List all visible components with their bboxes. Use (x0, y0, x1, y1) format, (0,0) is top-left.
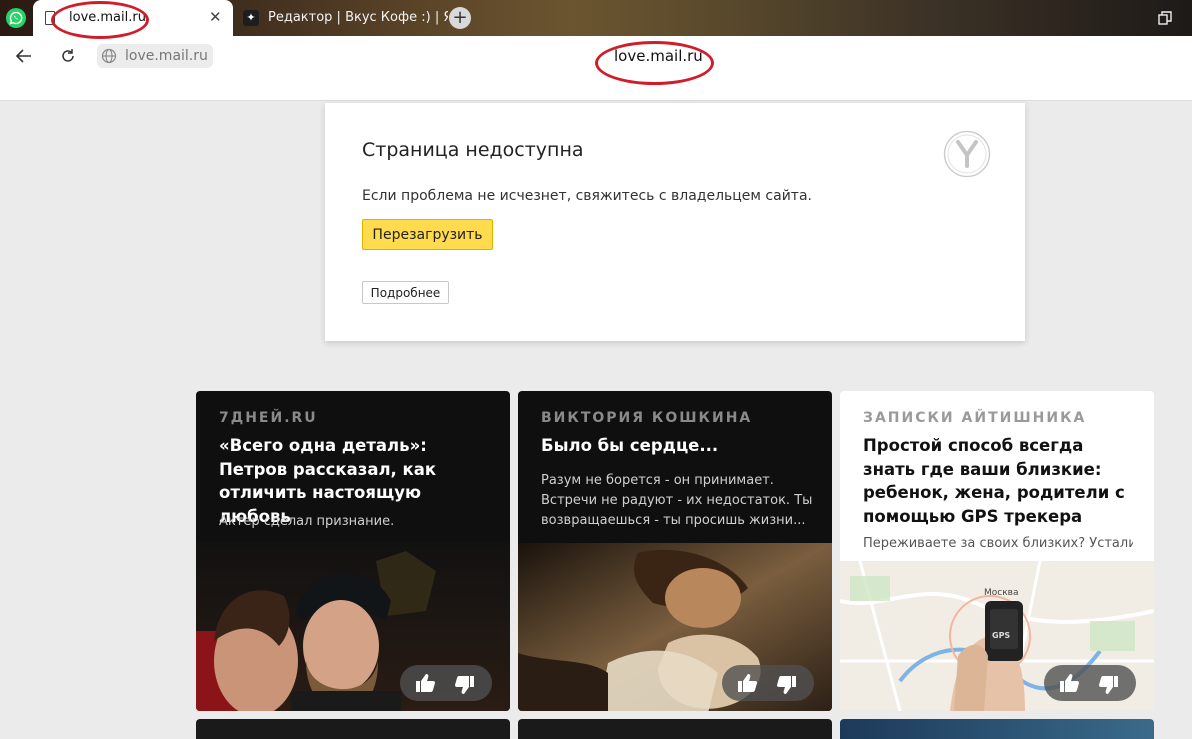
card-source: 7ДНЕЙ.RU (219, 410, 318, 426)
address-toolbar: love.mail.ru love.mail.ru (0, 36, 1192, 101)
like-icon[interactable] (736, 673, 758, 693)
tabs-overview-icon[interactable] (1158, 11, 1172, 25)
gps-device-label: GPS (992, 631, 1011, 640)
globe-icon (101, 48, 117, 64)
reload-button[interactable]: Перезагрузить (362, 219, 493, 250)
vote-controls (400, 665, 492, 701)
like-icon[interactable] (414, 673, 436, 693)
tab-editor[interactable]: ✦ Редактор | Вкус Кофе :) | Я (243, 0, 448, 36)
close-tab-icon[interactable]: ✕ (209, 8, 222, 26)
reload-icon[interactable] (58, 46, 78, 66)
error-description: Если проблема не исчезнет, свяжитесь с в… (362, 188, 812, 204)
vote-controls (722, 665, 814, 701)
tab-title: Редактор | Вкус Кофе :) | Я (268, 10, 448, 25)
dislike-icon[interactable] (454, 675, 476, 695)
card-headline[interactable]: Простой способ всегда знать где ваши бли… (863, 434, 1138, 528)
vote-controls (1044, 665, 1136, 701)
sparkle-icon: ✦ (243, 10, 259, 26)
yandex-browser-logo-icon (943, 130, 991, 178)
card-source: ВИКТОРИЯ КОШКИНА (541, 410, 753, 426)
error-title: Страница недоступна (362, 139, 584, 161)
page-host-label: love.mail.ru (614, 47, 703, 65)
map-city-label: Москва (984, 588, 1019, 598)
tab-love-mail[interactable]: love.mail.ru ✕ (33, 0, 233, 36)
feed-card-partial[interactable] (840, 719, 1154, 739)
card-headline[interactable]: Было бы сердце... (541, 434, 816, 458)
like-icon[interactable] (1058, 673, 1080, 693)
feed-card[interactable]: 7ДНЕЙ.RU «Всего одна деталь»: Петров рас… (196, 391, 510, 711)
url-text: love.mail.ru (125, 48, 208, 64)
card-teaser: Разум не борется - он принимает. Встречи… (541, 473, 813, 528)
tab-title: love.mail.ru (69, 10, 146, 25)
feed-card-partial[interactable] (196, 719, 510, 739)
new-tab-button[interactable]: + (449, 7, 471, 29)
dislike-icon[interactable] (776, 675, 798, 695)
back-icon[interactable] (14, 46, 34, 66)
card-teaser: Актер сделал признание. (219, 514, 395, 529)
whatsapp-icon[interactable] (6, 8, 26, 28)
dislike-icon[interactable] (1098, 675, 1120, 695)
feed-card[interactable]: ВИКТОРИЯ КОШКИНА Было бы сердце... Разум… (518, 391, 832, 711)
page-icon (45, 11, 55, 25)
tab-strip: love.mail.ru ✕ ✦ Редактор | Вкус Кофе :)… (0, 0, 1192, 36)
error-panel: Страница недоступна Если проблема не исч… (325, 103, 1025, 341)
card-source: ЗАПИСКИ АЙТИШНИКА (863, 410, 1087, 426)
details-button[interactable]: Подробнее (362, 281, 449, 304)
feed-card-partial[interactable] (518, 719, 832, 739)
card-teaser: Переживаете за своих близких? Устали... (863, 536, 1133, 551)
url-field[interactable]: love.mail.ru (97, 44, 213, 68)
feed-card[interactable]: ЗАПИСКИ АЙТИШНИКА Простой способ всегда … (840, 391, 1154, 711)
